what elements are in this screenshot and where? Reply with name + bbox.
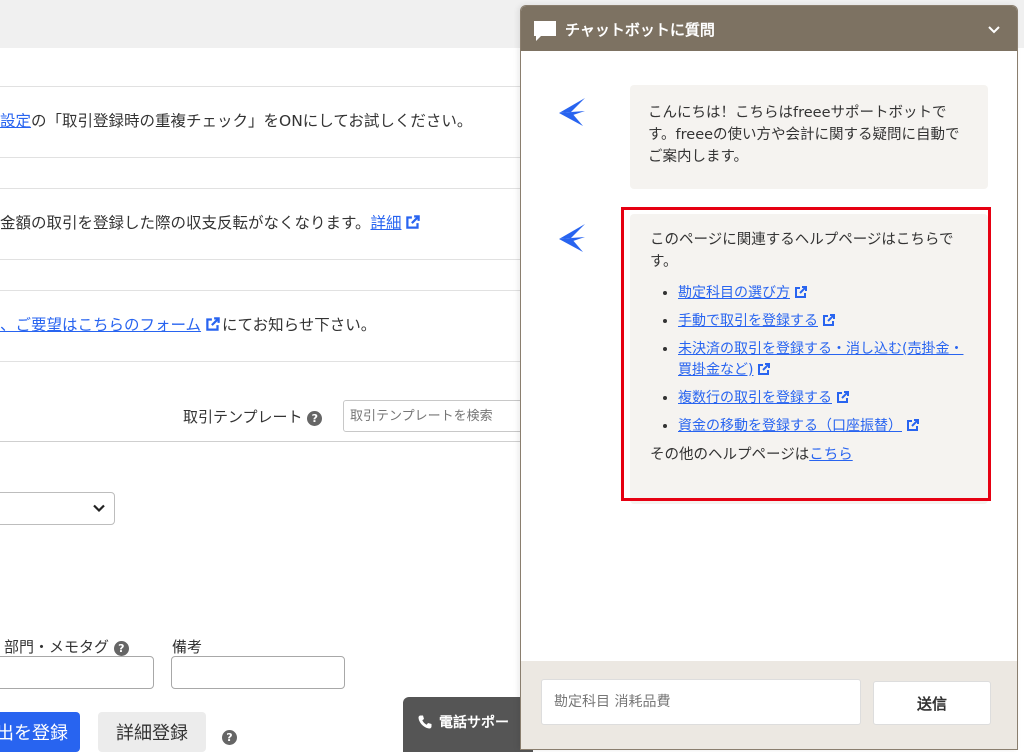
chat-footer: 送信 (521, 661, 1017, 749)
help-link-fund-transfer[interactable]: 資金の移動を登録する（口座振替） (678, 418, 902, 434)
notice-text: 設定の「取引登録時の重複チェック」をONにしてお試しください。 (0, 109, 472, 131)
settings-link[interactable]: 設定 (0, 112, 31, 130)
notice-duplicate-check: 設定の「取引登録時の重複チェック」をONにしてお試しください。 (0, 86, 520, 158)
external-link-icon (907, 419, 919, 431)
chevron-down-icon (93, 504, 105, 513)
send-button[interactable]: 送信 (873, 681, 991, 725)
bot-help-message: このページに関連するヘルプページはこちらです。 勘定科目の選び方 手動で取引を登… (630, 214, 988, 504)
bot-greeting-message: こんにちは！こちらはfreeeサポートボットです。freeeの使い方や会計に関す… (630, 85, 988, 189)
help-icon[interactable]: ? (222, 730, 237, 745)
list-item: 手動で取引を登録する (678, 311, 968, 332)
notice-reversal-text: 金額の取引を登録した際の収支反転がなくなります。 (0, 214, 371, 232)
help-link-manual-entry[interactable]: 手動で取引を登録する (678, 313, 818, 329)
help-link-unsettled[interactable]: 未決済の取引を登録する・消し込む(売掛金・買掛金など) (678, 341, 963, 378)
notice-feedback: 、ご要望はこちらのフォーム にてお知らせ下さい。 (0, 290, 520, 362)
phone-icon (418, 715, 432, 729)
detail-link[interactable]: 詳細 (370, 214, 401, 232)
other-help-prefix: その他のヘルプページは (650, 447, 810, 463)
feedback-form-link[interactable]: 、ご要望はこちらのフォーム (0, 316, 201, 334)
dept-label-group: 部門・メモタグ ? (4, 636, 129, 657)
divider (0, 441, 520, 442)
external-link-icon (795, 286, 807, 298)
external-link-icon (206, 317, 220, 331)
notice-sign-reversal: 金額の取引を登録した際の収支反転がなくなります。詳細 (0, 188, 520, 260)
memo-label: 備考 (172, 638, 203, 656)
dept-memo-label: 部門・メモタグ (4, 638, 110, 656)
chatbot-panel: チャットボットに質問 こんにちは！こちらはfreeeサポートボットです。free… (520, 5, 1018, 750)
chat-message-input[interactable] (541, 679, 861, 725)
register-expense-button[interactable]: 出を登録 (0, 712, 80, 752)
freee-bot-logo-icon (559, 98, 585, 126)
external-link-icon (758, 363, 771, 375)
help-icon[interactable]: ? (113, 641, 129, 656)
chat-title: チャットボットに質問 (565, 21, 715, 39)
chat-messages: こんにちは！こちらはfreeeサポートボットです。freeeの使い方や会計に関す… (521, 51, 1017, 661)
list-item: 勘定科目の選び方 (678, 283, 968, 304)
freee-bot-logo-icon (559, 224, 585, 252)
notice-duplicate-text: の「取引登録時の重複チェック」をONにしてお試しください。 (31, 112, 473, 130)
other-help-link[interactable]: こちら (809, 447, 853, 463)
chat-bubble-icon (534, 21, 556, 41)
chevron-down-icon[interactable] (987, 24, 1001, 36)
other-help-line: その他のヘルプページはこちら (650, 444, 968, 466)
phone-support-tab[interactable]: 電話サポー (403, 697, 533, 752)
help-intro: このページに関連するヘルプページはこちらです。 (650, 232, 954, 270)
help-link-multi-line[interactable]: 複数行の取引を登録する (678, 390, 832, 406)
help-link-account-choice[interactable]: 勘定科目の選び方 (678, 285, 790, 301)
account-select[interactable] (0, 492, 115, 525)
external-link-icon (406, 215, 421, 229)
detail-register-button[interactable]: 詳細登録 (98, 712, 206, 752)
template-search-input[interactable] (343, 400, 543, 432)
phone-support-label: 電話サポー (439, 715, 509, 731)
external-link-icon (823, 314, 835, 326)
external-link-icon (837, 391, 849, 403)
chat-header[interactable]: チャットボットに質問 (521, 6, 1017, 51)
memo-input[interactable] (171, 656, 345, 689)
notice-feedback-text: にてお知らせ下さい。 (222, 316, 377, 334)
help-link-list: 勘定科目の選び方 手動で取引を登録する 未決済の取引を登録する・消し込む(売掛金… (650, 283, 968, 437)
list-item: 複数行の取引を登録する (678, 388, 968, 409)
notice-text: 、ご要望はこちらのフォーム にてお知らせ下さい。 (0, 313, 376, 335)
list-item: 資金の移動を登録する（口座振替） (678, 416, 968, 437)
notice-text: 金額の取引を登録した際の収支反転がなくなります。詳細 (0, 211, 422, 233)
template-label-group: 取引テンプレート ? (183, 406, 323, 427)
help-icon[interactable]: ? (307, 411, 323, 426)
list-item: 未決済の取引を登録する・消し込む(売掛金・買掛金など) (678, 339, 968, 381)
dept-memo-input[interactable] (0, 656, 154, 689)
template-label: 取引テンプレート (183, 408, 303, 426)
